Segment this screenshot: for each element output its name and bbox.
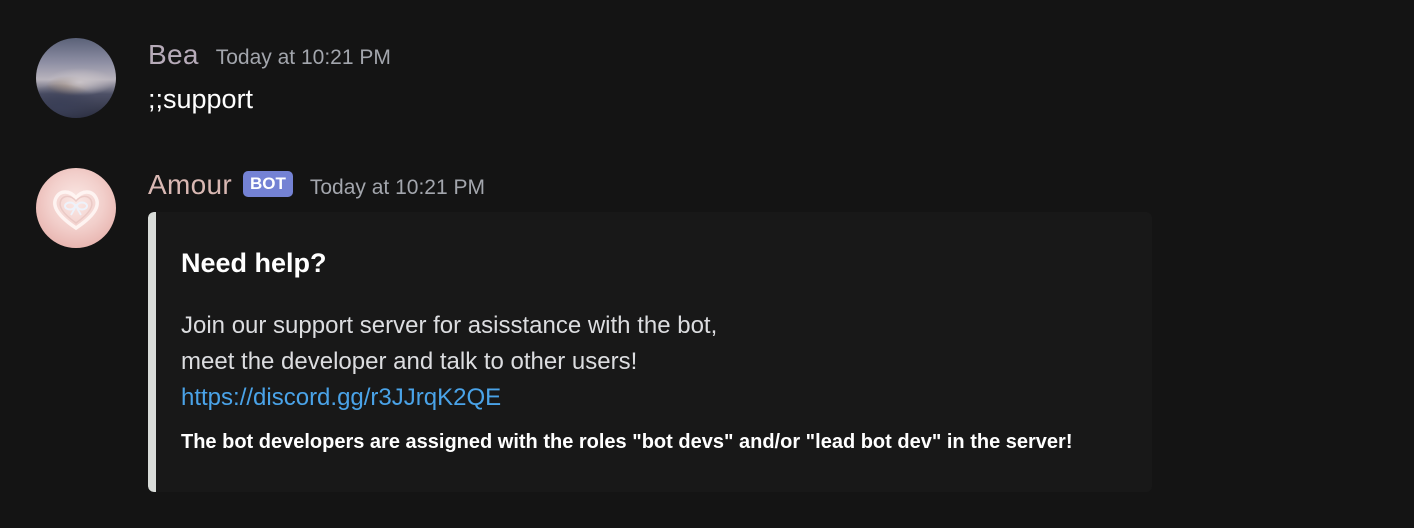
embed-description: Join our support server for asisstance w… [181, 308, 717, 416]
avatar[interactable] [36, 38, 116, 118]
message-header: Bea Today at 10:21 PM [148, 38, 391, 72]
embed-description-line: Join our support server for asisstance w… [181, 312, 718, 339]
message-amour: Amour BOT Today at 10:21 PM Need help? J… [0, 150, 1414, 528]
embed-footer: The bot developers are assigned with the… [181, 431, 1073, 453]
embed-color-bar [148, 212, 156, 492]
invite-link[interactable]: https://discord.gg/r3JJrqK2QE [181, 384, 501, 411]
embed-title: Need help? [181, 248, 327, 278]
username[interactable]: Amour [148, 169, 232, 201]
message-header: Amour BOT Today at 10:21 PM [148, 168, 485, 202]
message-bea: Bea Today at 10:21 PM ;;support [0, 0, 1414, 150]
message-content: ;;support [148, 84, 254, 114]
heart-bow-icon [53, 190, 99, 231]
embed-description-line: meet the developer and talk to other use… [181, 348, 638, 375]
timestamp: Today at 10:21 PM [309, 176, 485, 199]
embed-card: Need help? Join our support server for a… [148, 212, 1152, 492]
username[interactable]: Bea [148, 39, 199, 71]
avatar[interactable] [36, 168, 116, 248]
chat-messages: Bea Today at 10:21 PM ;;support Amour BO… [0, 0, 1414, 528]
bot-tag-badge: BOT [242, 171, 293, 197]
timestamp: Today at 10:21 PM [215, 46, 391, 69]
